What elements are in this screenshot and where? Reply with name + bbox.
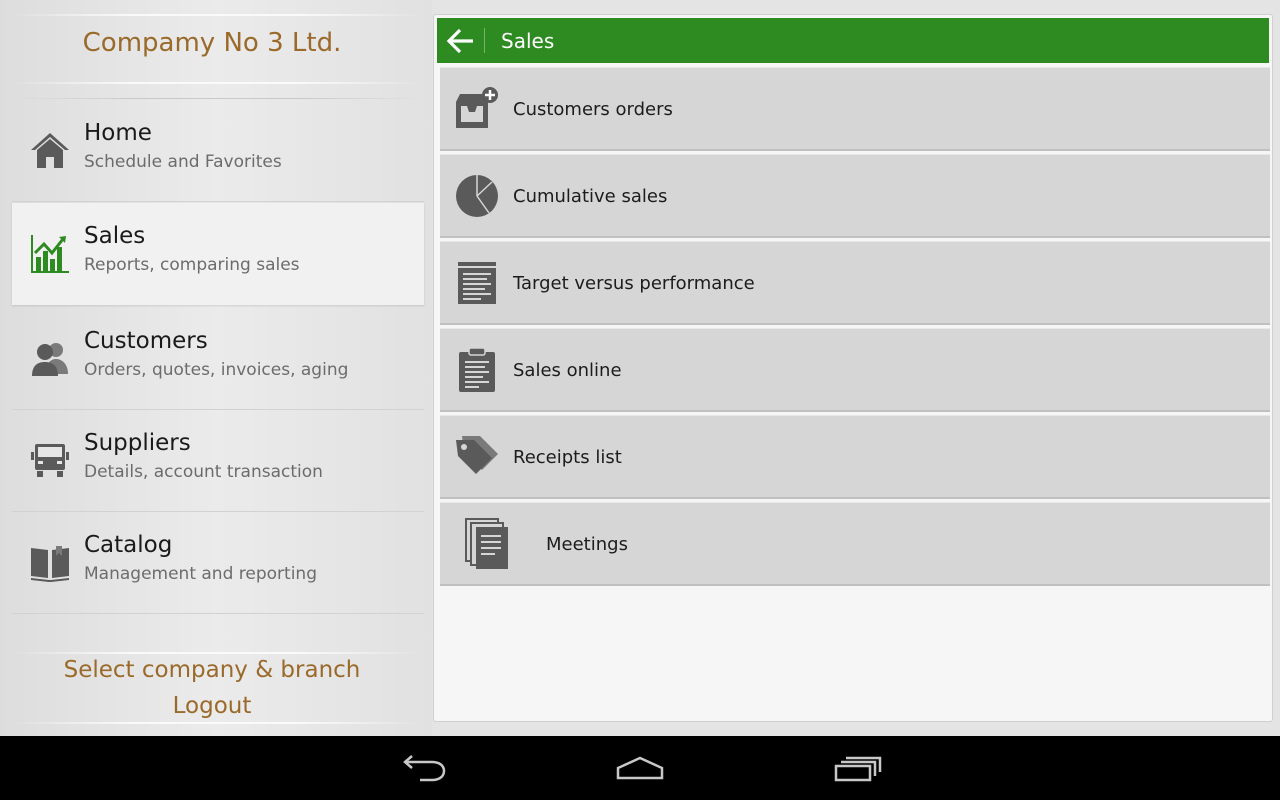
report-icon bbox=[458, 262, 496, 304]
sidebar-item-suppliers[interactable]: Suppliers Details, account transaction bbox=[12, 410, 424, 512]
inbox-add-icon bbox=[456, 87, 498, 128]
sidebar-item-title: Sales bbox=[84, 223, 146, 249]
sidebar-item-title: Customers bbox=[84, 328, 208, 354]
sidebar-item-subtitle: Orders, quotes, invoices, aging bbox=[84, 360, 349, 380]
list-item-label: Customers orders bbox=[513, 99, 673, 120]
divider bbox=[12, 82, 420, 84]
list-item-cumulative-sales[interactable]: Cumulative sales bbox=[440, 154, 1270, 238]
customers-icon bbox=[32, 343, 68, 376]
logout-link[interactable]: Logout bbox=[0, 693, 424, 719]
truck-icon bbox=[31, 444, 69, 477]
sidebar-item-title: Suppliers bbox=[84, 430, 191, 456]
pie-chart-icon bbox=[456, 175, 498, 217]
sales-chart-icon bbox=[31, 235, 69, 273]
list-item-label: Cumulative sales bbox=[513, 186, 668, 207]
page-title: Sales bbox=[501, 29, 555, 53]
book-icon bbox=[31, 546, 69, 582]
divider bbox=[12, 652, 420, 654]
sidebar-item-sales[interactable]: Sales Reports, comparing sales bbox=[12, 203, 424, 305]
action-bar-divider bbox=[484, 28, 485, 53]
sidebar-item-subtitle: Schedule and Favorites bbox=[84, 152, 282, 172]
sidebar-item-subtitle: Details, account transaction bbox=[84, 462, 323, 482]
list-item-label: Target versus performance bbox=[513, 273, 755, 294]
clipboard-icon bbox=[459, 347, 495, 392]
divider bbox=[12, 98, 424, 99]
list-item-receipts-list[interactable]: Receipts list bbox=[440, 415, 1270, 499]
recents-icon[interactable] bbox=[832, 752, 884, 784]
sidebar-item-home[interactable]: Home Schedule and Favorites bbox=[12, 100, 424, 202]
list-item-customers-orders[interactable]: Customers orders bbox=[440, 67, 1270, 151]
sidebar-item-subtitle: Reports, comparing sales bbox=[84, 255, 300, 275]
list-item-label: Sales online bbox=[513, 360, 622, 381]
tags-icon bbox=[456, 436, 498, 474]
documents-icon bbox=[465, 518, 508, 569]
sidebar-item-title: Home bbox=[84, 120, 152, 146]
company-name[interactable]: Compamy No 3 Ltd. bbox=[0, 28, 424, 58]
list-item-target-vs-performance[interactable]: Target versus performance bbox=[440, 241, 1270, 325]
select-company-link[interactable]: Select company & branch bbox=[0, 657, 424, 683]
home-icon bbox=[31, 133, 69, 168]
list-item-label: Receipts list bbox=[513, 447, 622, 468]
list-item-sales-online[interactable]: Sales online bbox=[440, 328, 1270, 412]
sidebar-item-subtitle: Management and reporting bbox=[84, 564, 317, 584]
content-panel: Sales Customers orders Cumulative sales bbox=[433, 14, 1273, 722]
list-item-meetings[interactable]: Meetings bbox=[440, 502, 1270, 586]
sidebar-item-customers[interactable]: Customers Orders, quotes, invoices, agin… bbox=[12, 308, 424, 410]
home-icon[interactable] bbox=[614, 752, 666, 784]
divider bbox=[12, 722, 420, 724]
sidebar-item-catalog[interactable]: Catalog Management and reporting bbox=[12, 512, 424, 614]
system-navigation-bar bbox=[0, 736, 1280, 800]
divider bbox=[12, 14, 420, 16]
sidebar-item-title: Catalog bbox=[84, 532, 173, 558]
sidebar: Compamy No 3 Ltd. Home Schedule and Favo… bbox=[0, 0, 432, 736]
action-bar: Sales bbox=[437, 18, 1269, 63]
back-icon[interactable] bbox=[398, 752, 450, 784]
list-item-label: Meetings bbox=[546, 534, 628, 555]
back-arrow-icon[interactable] bbox=[445, 25, 477, 57]
